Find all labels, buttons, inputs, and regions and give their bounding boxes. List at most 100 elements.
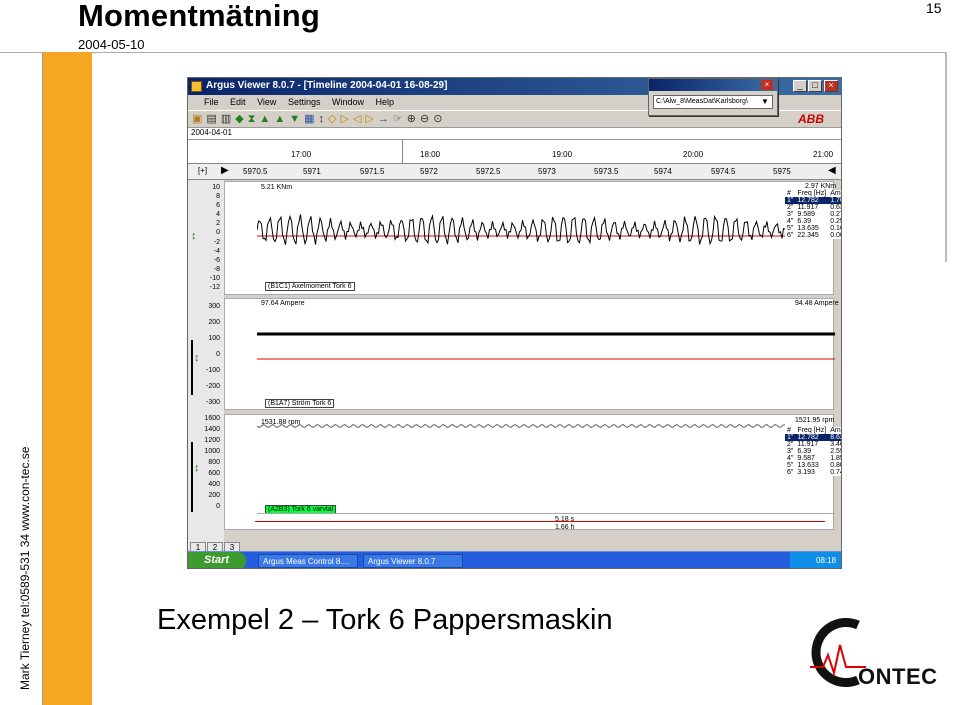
timeline-date: 2004-04-01 [191, 128, 232, 137]
table-row[interactable]: 5"13.635 0.166 [785, 225, 841, 232]
start-button[interactable]: Start [188, 552, 246, 568]
popup-close-icon[interactable]: × [761, 80, 773, 90]
scale-tick: 5970.5 [243, 167, 268, 176]
y-tick-label: 200 [208, 319, 220, 326]
y-tick-label: -300 [205, 399, 220, 406]
table-row[interactable]: 6"3.193 0.741 [785, 469, 841, 476]
table-row[interactable]: 3"6.39 2.598 [785, 448, 841, 455]
table-row[interactable]: 2"11.917 0.63 [785, 204, 841, 211]
scale-toggle[interactable]: [+] [198, 166, 207, 175]
panel3-spectrum-table: #Freq [Hz]Ampl [rpm]1"12.7828.6272"11.91… [785, 427, 841, 476]
timeline-divider [188, 139, 841, 140]
slide-caption: Exempel 2 – Tork 6 Pappersmaskin [157, 604, 613, 636]
table-cell: 6.39 [797, 218, 812, 225]
path-input[interactable]: C:\Alw_8\MeasDat\Karlsborg\ [653, 95, 773, 109]
zoom-in-icon[interactable]: ⊕ [407, 113, 420, 125]
y-tick-label: -6 [213, 256, 220, 264]
table-row[interactable]: 2"11.917 3.46 [785, 441, 841, 448]
menu-file[interactable]: File [204, 97, 219, 107]
table-cell: 1.853 [830, 455, 841, 462]
y-tick-label: 0 [216, 351, 220, 358]
zoom-x-icon[interactable]: ⧗ [248, 113, 260, 125]
app-icon [191, 81, 202, 92]
arrow-down-icon[interactable]: ▼ [289, 113, 304, 125]
y-tick-label: 400 [208, 481, 220, 488]
slide-title: Momentmätning [78, 0, 320, 33]
table-row[interactable]: 5"13.633 0.807 [785, 462, 841, 469]
y-tick-label: 300 [208, 303, 220, 310]
zoom-icon[interactable]: ⊙ [433, 113, 446, 125]
table-row[interactable]: 6"22.345 0.062 [785, 232, 841, 239]
abb-logo: ABB [798, 112, 824, 126]
menu-edit[interactable]: Edit [230, 97, 246, 107]
y-tick-label: -4 [213, 247, 220, 255]
panel-torque: 5.21 KNm 2.97 KNm (B1C1) Axelmoment Tork… [224, 181, 841, 295]
scale-start-icon[interactable]: ▶ [221, 165, 229, 176]
timeline-tick: 17:00 [291, 150, 312, 159]
path-popup: × C:\Alw_8\MeasDat\Karlsborg\ ▼ [648, 78, 778, 116]
move-up-down-icon[interactable]: ◆ [235, 113, 247, 125]
step-icon[interactable]: → [378, 113, 393, 125]
orange-sidebar [42, 52, 92, 705]
table-cell: 6.39 [797, 448, 812, 455]
table-row[interactable]: 4"6.39 0.251 [785, 218, 841, 225]
table-cell: 9.587 [797, 455, 815, 462]
zoom-out-icon[interactable]: ⊖ [420, 113, 433, 125]
y-tick-label: 10 [212, 184, 220, 191]
y-tick-label: 1600 [204, 415, 220, 422]
clock: 08:18 [816, 556, 837, 565]
hand-icon[interactable]: ☞ [393, 113, 407, 125]
page-number: 15 [926, 0, 942, 16]
table-row[interactable]: 1"12.7821.701 [785, 197, 841, 204]
arrow-up-icon[interactable]: ▲ [259, 113, 274, 125]
table-cell: 0.271 [830, 211, 841, 218]
cursor-icon[interactable]: ↕ [319, 113, 329, 125]
skip-icon[interactable]: ▷ [340, 113, 352, 125]
table-cell: 11.917 [797, 204, 819, 211]
open-icon[interactable]: ▣ [192, 113, 206, 125]
maximize-button[interactable]: □ [808, 80, 822, 92]
table-header-cell: # [787, 427, 791, 434]
arrow-up-2-icon[interactable]: ▲ [274, 113, 289, 125]
table-row[interactable]: 4"9.587 1.853 [785, 455, 841, 462]
left-icon[interactable]: ◁ [353, 113, 365, 125]
table-cell: 2.598 [830, 448, 841, 455]
save-icon[interactable]: ▤ [206, 113, 220, 125]
task-meas-control[interactable]: Argus Meas Control 8.... [258, 554, 358, 568]
scale-tick: 5972 [420, 167, 438, 176]
y-tick-label: 0 [216, 503, 220, 510]
menu-window[interactable]: Window [332, 97, 364, 107]
close-button[interactable]: × [824, 80, 838, 92]
y-tick-label: 8 [216, 193, 220, 201]
scale-tick: 5974.5 [711, 167, 736, 176]
panel-current: 97.64 Ampere 94.48 Ampere (B1A7) Ström T… [224, 298, 839, 410]
table-row[interactable]: 1"12.7828.627 [785, 434, 841, 441]
y-tick-label: 800 [208, 459, 220, 466]
print-icon[interactable]: ▥ [221, 113, 235, 125]
y-tick-label: -100 [205, 367, 220, 374]
y-tick-label: 6 [216, 202, 220, 210]
scale-end-icon[interactable]: ◀ [828, 165, 836, 176]
table-cell: 0.63 [830, 204, 841, 211]
popup-dropdown-icon[interactable]: ▼ [761, 97, 769, 106]
table-cell: 5" [787, 462, 794, 469]
menu-settings[interactable]: Settings [288, 97, 321, 107]
menu-help[interactable]: Help [376, 97, 395, 107]
table-cell: 1.701 [828, 197, 841, 204]
table-cell: 22.345 [797, 232, 819, 239]
system-tray: 08:18 [790, 552, 841, 568]
diamond-icon[interactable]: ◇ [328, 113, 340, 125]
menu-view[interactable]: View [257, 97, 276, 107]
y-tick-label: -8 [213, 265, 220, 273]
chart-icon[interactable]: ▦ [304, 113, 318, 125]
table-cell: 1" [785, 197, 796, 204]
y-tick-label: -12 [209, 284, 220, 291]
panel2-channel-tag: (B1A7) Ström Tork 6 [265, 399, 335, 408]
minimize-button[interactable]: _ [793, 80, 807, 92]
task-argus-viewer[interactable]: Argus Viewer 8.0.7 [363, 554, 463, 568]
table-cell: 3" [787, 211, 794, 218]
table-header-cell: # [787, 190, 791, 197]
table-row[interactable]: 3"9.589 0.271 [785, 211, 841, 218]
timeline: 2004-04-01 17:00 18:00 19:00 20:00 21:00 [188, 128, 841, 164]
right-icon[interactable]: ▷ [365, 113, 377, 125]
